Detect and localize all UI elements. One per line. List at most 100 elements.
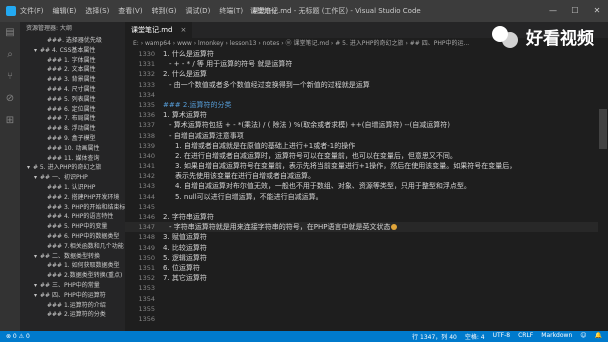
menu-bar: 文件(F) 编辑(E) 选择(S) 查看(V) 转到(G) 调试(D) 终端(T) 帮助(H)	[20, 6, 286, 16]
code-line[interactable]: 1344 5. null可以进行自增运算，不能进行自减运算。	[125, 192, 608, 202]
code-line[interactable]: 1339 1. 自增或者自减就是在原值的基础上进行+1或者-1的操作	[125, 141, 608, 151]
menu-item[interactable]: 文件(F)	[20, 6, 44, 16]
outline-item[interactable]: ### 1. 认识PHP	[20, 183, 125, 193]
window-controls: — ☐ ✕	[542, 0, 608, 22]
code-line[interactable]: 1342 表示先使用该变量在进行自增或者自减运算。	[125, 171, 608, 181]
explorer-icon[interactable]: ▤	[0, 22, 20, 44]
code-line[interactable]: 1333 - 由一个数值或者多个数值经过变换得到一个新值的过程就是运算	[125, 80, 608, 90]
code-text: - + - * / 等 用于运算的符号 就是运算符	[169, 60, 293, 69]
line-number: 1331	[138, 60, 155, 69]
scrollbar[interactable]	[598, 49, 608, 331]
code-text: 5. 逻辑运算符	[163, 253, 207, 262]
code-line[interactable]: 1356	[125, 314, 608, 324]
outline-item[interactable]: ### 9. 盒子模型	[20, 134, 125, 144]
line-number: 1334	[138, 90, 155, 99]
menu-item[interactable]: 查看(V)	[118, 6, 142, 16]
outline-item[interactable]: ### 4. PHP的语言特性	[20, 212, 125, 222]
minimize-icon[interactable]: —	[542, 0, 564, 22]
code-line[interactable]: 1331 - + - * / 等 用于运算的符号 就是运算符	[125, 59, 608, 69]
outline-item[interactable]: ###. 选择器优先级	[20, 36, 125, 46]
close-window-icon[interactable]: ✕	[586, 0, 608, 22]
scrollbar-thumb[interactable]	[599, 109, 607, 149]
outline-item[interactable]: ### 5. 列表属性	[20, 95, 125, 105]
outline-item[interactable]: ### 10. 动画属性	[20, 144, 125, 154]
outline-item[interactable]: ▾ ## 4. CSS基本属性	[20, 46, 125, 56]
outline-item[interactable]: ▾ ## 一、初识PHP	[20, 173, 125, 183]
code-line[interactable]: 1350 5. 逻辑运算符	[125, 253, 608, 263]
code-lines[interactable]: 1330 1. 什么是运算符 1331 - + - * / 等 用于运算的符号 就是运…	[125, 49, 608, 324]
outline-item[interactable]: ### 2.运算符的分类	[20, 310, 125, 320]
code-line[interactable]: 1355	[125, 304, 608, 314]
outline-item[interactable]: ### 6. PHP中的数据类型	[20, 232, 125, 242]
debug-icon[interactable]: ⊘	[0, 88, 20, 110]
outline-item[interactable]: ### 2. 搭建PHP开发环境	[20, 193, 125, 203]
outline-item[interactable]: ### 11. 媒体查询	[20, 154, 125, 164]
outline-item[interactable]: ### 5. PHP中的变量	[20, 222, 125, 232]
outline-item[interactable]: ### 8. 浮动属性	[20, 124, 125, 134]
outline-item-label: # 5. 进入PHP的奇幻之旅	[33, 164, 102, 172]
line-number: 1330	[138, 50, 155, 58]
search-icon[interactable]: ⌕	[0, 44, 20, 66]
code-line[interactable]: 1334	[125, 90, 608, 100]
status-item[interactable]: CRLF	[518, 332, 533, 341]
code-line[interactable]: 1349 4. 比较运算符	[125, 243, 608, 253]
outline-item-label: ### 4. PHP的语言特性	[47, 213, 114, 221]
menu-item[interactable]: 编辑(E)	[53, 6, 77, 16]
code-text: - 自增自减运算注意事项	[169, 131, 244, 140]
menu-item[interactable]: 调试(D)	[185, 6, 210, 16]
code-line[interactable]: 1348 3. 赋值运算符	[125, 232, 608, 242]
code-line[interactable]: 1351 6. 位运算符	[125, 263, 608, 273]
menu-item[interactable]: 选择(S)	[85, 6, 109, 16]
code-line[interactable]: 1352 7. 其它运算符	[125, 273, 608, 283]
outline-item[interactable]: ### 3. PHP的开始和结束标记	[20, 203, 125, 213]
source-control-icon[interactable]: ⑂	[0, 66, 20, 88]
outline-item[interactable]: ### 1. 如何获取数据类型	[20, 261, 125, 271]
status-item[interactable]: ☺	[580, 332, 586, 341]
outline-item[interactable]: ### 6. 定位属性	[20, 105, 125, 115]
status-item[interactable]: 🔔	[595, 332, 602, 341]
status-item[interactable]: 空格: 4	[465, 332, 485, 341]
line-number: 1352	[138, 274, 155, 283]
outline-item[interactable]: ▾ # 5. 进入PHP的奇幻之旅	[20, 163, 125, 173]
line-number: 1351	[138, 263, 155, 272]
code-line[interactable]: 1354	[125, 294, 608, 304]
menu-item[interactable]: 终端(T)	[219, 6, 243, 16]
code-line[interactable]: 1341 3. 如果自增自减运算符号在变量前，表示先将当前变量进行+1操作，然后在…	[125, 161, 608, 171]
outline-item[interactable]: ### 4. 尺寸属性	[20, 85, 125, 95]
status-item[interactable]: UTF-8	[493, 332, 511, 341]
outline-item[interactable]: ### 2.数据类型转换(重点)	[20, 271, 125, 281]
outline-item[interactable]: ▾ ## 三、PHP中的常量	[20, 281, 125, 291]
line-number: 1350	[138, 253, 155, 262]
status-problems[interactable]: ⊗ 0 ⚠ 0	[6, 333, 30, 340]
extensions-icon[interactable]: ⊞	[0, 110, 20, 132]
tab-notes[interactable]: 课堂笔记.md ×	[125, 22, 193, 38]
outline-item-label: ### 4. 尺寸属性	[47, 85, 96, 93]
status-bar: ⊗ 0 ⚠ 0 行 1347，列 40 空格: 4 UTF-8 CRLF Markdow…	[0, 331, 608, 342]
code-line[interactable]: 1353	[125, 283, 608, 293]
maximize-icon[interactable]: ☐	[564, 0, 586, 22]
code-line[interactable]: 1332 2. 什么是运算	[125, 69, 608, 79]
status-item[interactable]: Markdown	[541, 332, 572, 341]
code-line[interactable]: 1337 - 算术运算符包括 + - *(乘法) / ( 除法 ) %(取余或者求…	[125, 120, 608, 130]
status-item[interactable]: 行 1347，列 40	[412, 332, 457, 341]
code-line[interactable]: 1345	[125, 202, 608, 212]
outline-item[interactable]: ### 3. 背景属性	[20, 75, 125, 85]
code-line[interactable]: 1336 1. 算术运算符	[125, 110, 608, 120]
outline-item[interactable]: ### 1.运算符的介绍	[20, 301, 125, 311]
code-line[interactable]: 1346 2. 字符串运算符	[125, 212, 608, 222]
outline-item[interactable]: ### 7.相关函数和几个功能	[20, 242, 125, 252]
outline-item[interactable]: ### 2. 文本属性	[20, 65, 125, 75]
code-line[interactable]: 1347 - 字符串运算符就是用来连接字符串的符号，在PHP语言中就是英文状态	[125, 222, 608, 233]
outline-item[interactable]: ▾ ## 二、数据类型转换	[20, 252, 125, 262]
code-line[interactable]: 1340 2. 在进行自增或者自减运算时，运算符号可以在变量前，也可以在变量后，但…	[125, 151, 608, 161]
close-icon[interactable]: ×	[181, 26, 187, 34]
outline-item[interactable]: ### 7. 布局属性	[20, 114, 125, 124]
outline-item[interactable]: ### 1. 字体属性	[20, 56, 125, 66]
outline-item[interactable]: ▾ ## 四、PHP中的运算符	[20, 291, 125, 301]
code-line[interactable]: 1335 ### 2.运算符的分类	[125, 100, 608, 110]
code-line[interactable]: 1343 4. 自增自减运算对布尔值无效，一般也不用于数组、对象、资源等类型，只用…	[125, 181, 608, 191]
menu-item[interactable]: 转到(G)	[152, 6, 177, 16]
outline-item-label: ### 5. 列表属性	[47, 95, 96, 103]
code-line[interactable]: 1330 1. 什么是运算符	[125, 49, 608, 59]
code-line[interactable]: 1338 - 自增自减运算注意事项	[125, 131, 608, 141]
